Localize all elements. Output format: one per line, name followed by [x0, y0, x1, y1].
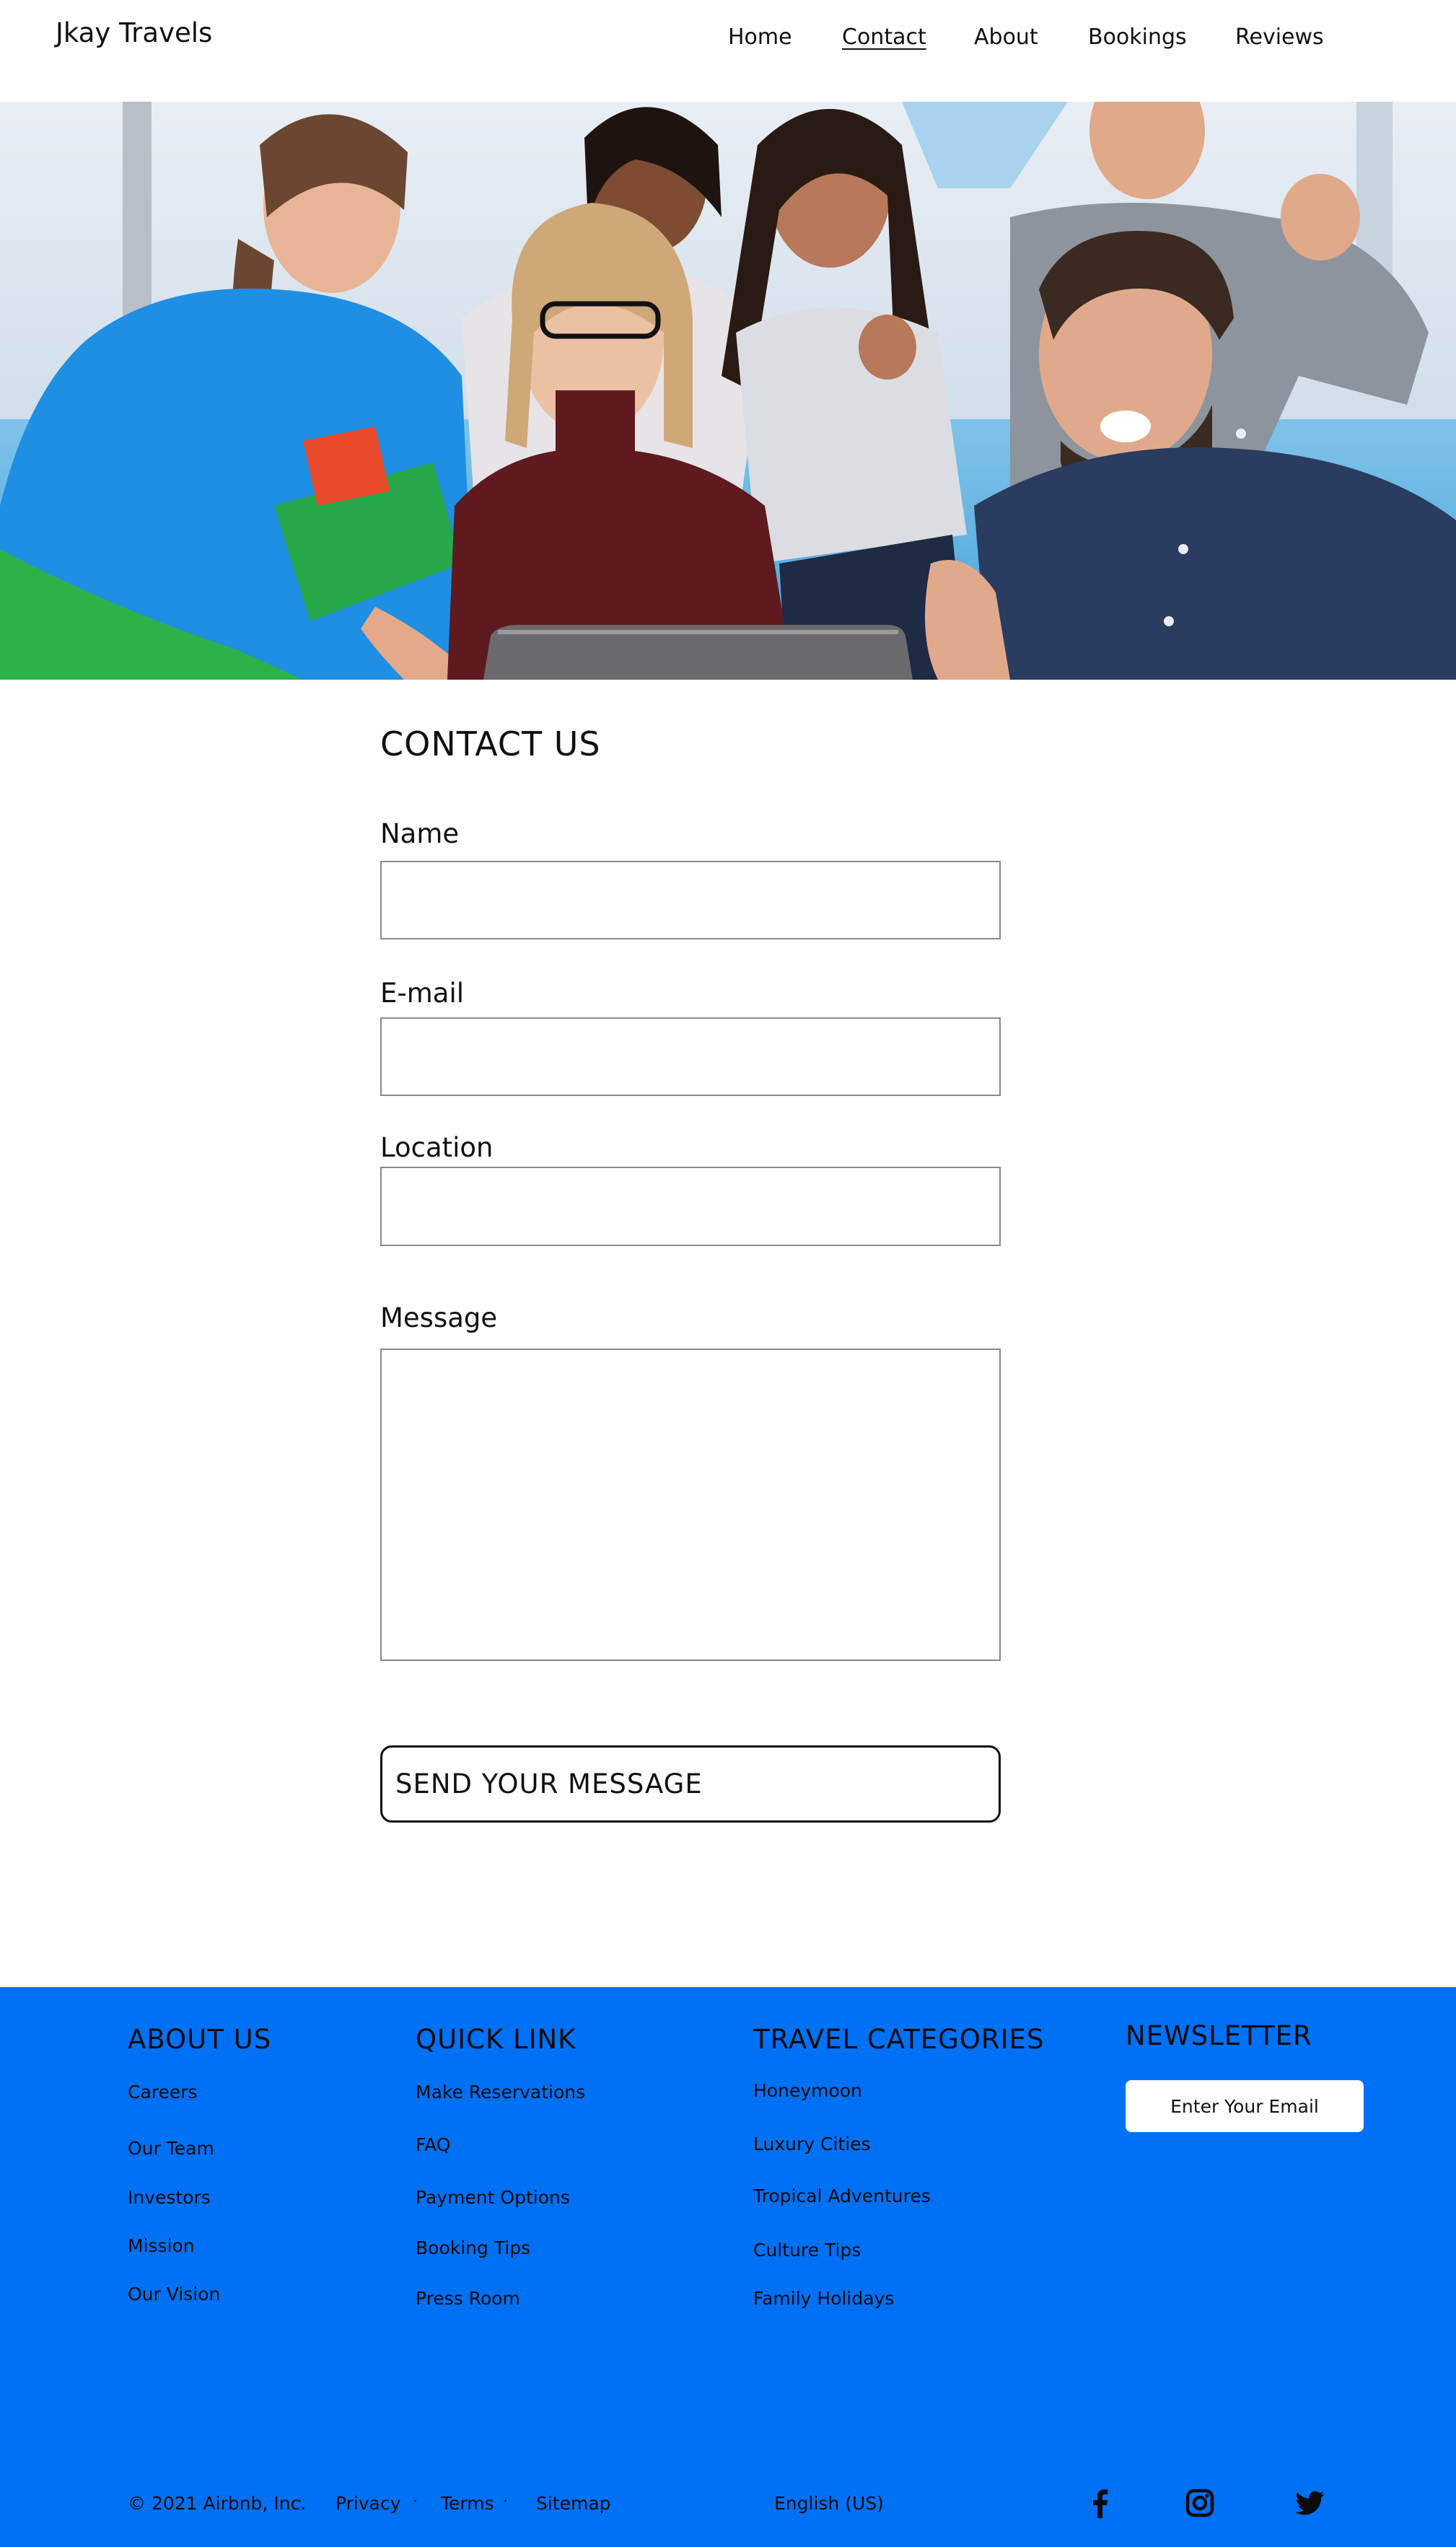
footer-link-family-holidays[interactable]: Family Holidays	[753, 2288, 894, 2309]
site-footer	[0, 1987, 1456, 2547]
email-label: E-mail	[380, 978, 465, 1009]
instagram-icon[interactable]	[1184, 2487, 1216, 2519]
footer-link-culture-tips[interactable]: Culture Tips	[753, 2240, 861, 2261]
message-textarea[interactable]	[380, 1349, 1001, 1661]
footer-link-our-team[interactable]: Our Team	[128, 2138, 214, 2159]
footer-link-careers[interactable]: Careers	[128, 2082, 198, 2103]
footer-quick-title: QUICK LINK	[416, 2024, 576, 2055]
twitter-icon[interactable]	[1294, 2487, 1325, 2519]
name-input[interactable]	[380, 861, 1001, 939]
sitemap-link[interactable]: Sitemap	[536, 2493, 611, 2514]
main-nav: Home Contact About Bookings Reviews	[0, 25, 1456, 53]
footer-link-make-reservations[interactable]: Make Reservations	[416, 2082, 585, 2103]
location-label: Location	[380, 1132, 494, 1163]
separator-dot: ·	[297, 2493, 302, 2511]
nav-bookings[interactable]: Bookings	[1088, 25, 1187, 50]
privacy-link[interactable]: Privacy	[336, 2493, 401, 2514]
footer-link-faq[interactable]: FAQ	[416, 2134, 450, 2155]
terms-link[interactable]: Terms	[441, 2493, 494, 2514]
hero-team-photo	[0, 102, 1456, 680]
footer-link-press-room[interactable]: Press Room	[416, 2288, 520, 2309]
location-input[interactable]	[380, 1167, 1001, 1246]
footer-link-honeymoon[interactable]: Honeymoon	[753, 2080, 862, 2101]
footer-link-tropical-adventures[interactable]: Tropical Adventures	[753, 2186, 931, 2206]
footer-link-mission[interactable]: Mission	[128, 2235, 195, 2256]
nav-reviews[interactable]: Reviews	[1235, 25, 1324, 50]
footer-about-title: ABOUT US	[128, 2024, 272, 2055]
facebook-icon[interactable]	[1084, 2487, 1116, 2519]
separator-dot: ·	[413, 2493, 418, 2511]
nav-about[interactable]: About	[974, 25, 1038, 50]
copyright-text: © 2021 Airbnb, Inc.	[128, 2493, 307, 2514]
separator-dot: ·	[503, 2493, 508, 2511]
send-message-button[interactable]: SEND YOUR MESSAGE	[380, 1745, 1001, 1823]
footer-travel-title: TRAVEL CATEGORIES	[753, 2024, 1045, 2055]
nav-contact[interactable]: Contact	[842, 25, 926, 50]
language-selector[interactable]: English (US)	[774, 2493, 884, 2514]
footer-newsletter-title: NEWSLETTER	[1126, 2020, 1312, 2051]
footer-link-payment-options[interactable]: Payment Options	[416, 2187, 570, 2208]
footer-link-our-vision[interactable]: Our Vision	[128, 2284, 220, 2305]
newsletter-email-input[interactable]	[1126, 2080, 1364, 2132]
message-label: Message	[380, 1302, 498, 1333]
footer-link-booking-tips[interactable]: Booking Tips	[416, 2237, 530, 2258]
footer-link-luxury-cities[interactable]: Luxury Cities	[753, 2134, 871, 2154]
site-header: Jkay Travels Home Contact About Bookings…	[0, 0, 1456, 102]
contact-title: CONTACT US	[380, 724, 601, 763]
email-input[interactable]	[380, 1017, 1001, 1096]
footer-link-investors[interactable]: Investors	[128, 2187, 211, 2208]
name-label: Name	[380, 818, 460, 849]
nav-home[interactable]: Home	[728, 25, 792, 50]
